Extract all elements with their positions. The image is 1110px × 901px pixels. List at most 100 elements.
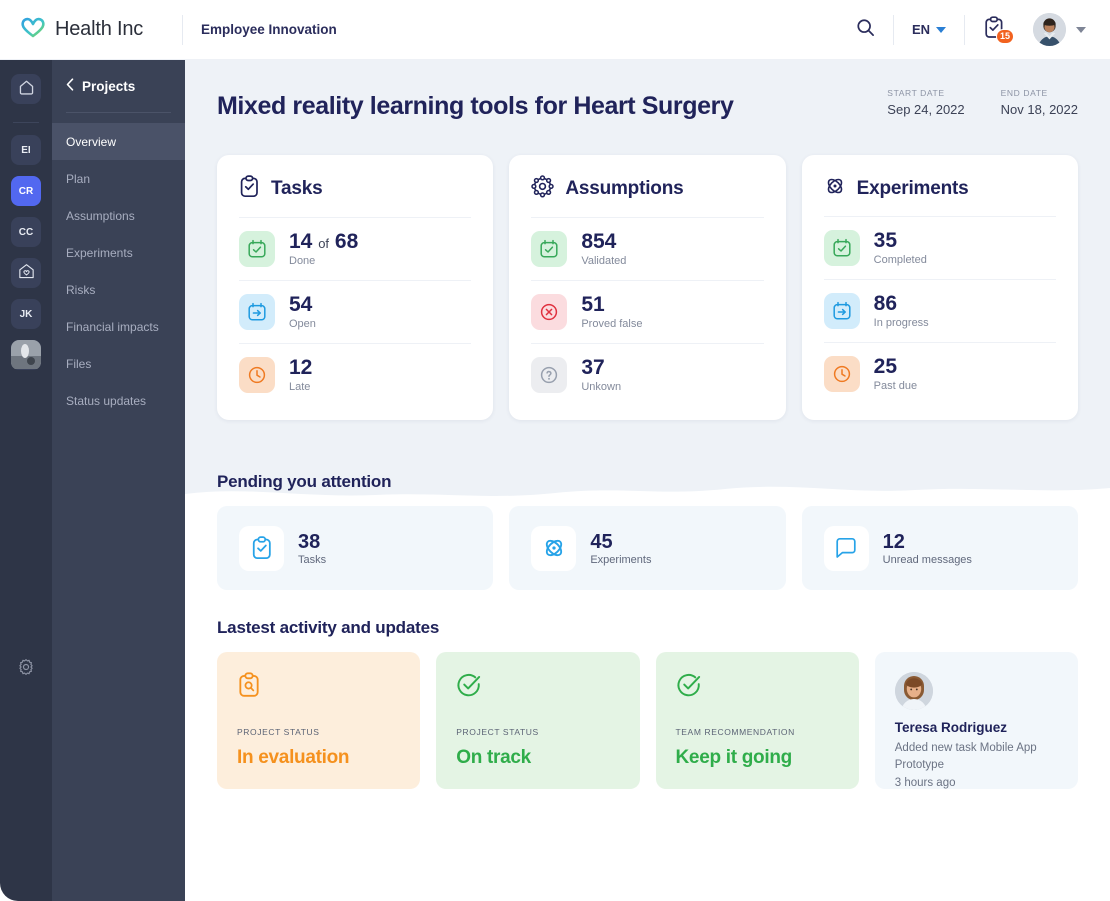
- sidebar-item-plan[interactable]: Plan: [52, 160, 185, 197]
- stat-row-label: In progress: [873, 317, 929, 330]
- sidebar-item-assumptions[interactable]: Assumptions: [52, 197, 185, 234]
- breadcrumb-label: Employee Innovation: [201, 21, 337, 37]
- activity-card-project-status-on-track[interactable]: PROJECT STATUS On track: [436, 652, 640, 790]
- calendar-arrow-icon: [823, 293, 860, 330]
- rail-workspace-jk[interactable]: JK: [11, 299, 41, 329]
- icon-rail: EI CR CC JK: [0, 60, 52, 901]
- stat-cards-row: Tasks 14 of 68 Done 54 Open 12 Late Assu…: [185, 121, 1110, 421]
- avatar: [894, 672, 933, 711]
- stat-card-header: Tasks: [239, 175, 472, 218]
- stat-value-validated: 854: [581, 230, 617, 253]
- app-window: Health Inc Employee Innovation EN 15 EI …: [0, 0, 1110, 901]
- pending-section-title: Pending you attention: [217, 472, 392, 492]
- sidebar-back-to-projects[interactable]: Projects: [52, 60, 185, 112]
- stat-card-experiments[interactable]: Experiments 35 Completed 86 In progress …: [801, 155, 1078, 421]
- activity-card-user-update[interactable]: Teresa Rodriguez Added new task Mobile A…: [874, 652, 1078, 790]
- rail-workspace-label: EI: [21, 144, 31, 156]
- activity-card-project-status-evaluation[interactable]: PROJECT STATUS In evaluation: [217, 652, 421, 790]
- sidebar-item-label: Assumptions: [66, 208, 135, 223]
- breadcrumb[interactable]: Employee Innovation: [183, 21, 838, 39]
- stat-of-text: of: [318, 236, 330, 251]
- sidebar-item-overview[interactable]: Overview: [52, 123, 185, 160]
- rail-divider: [13, 122, 39, 123]
- sidebar-item-files[interactable]: Files: [52, 345, 185, 382]
- rail-workspace-cc[interactable]: CC: [11, 217, 41, 247]
- rail-workspace-label: CR: [18, 185, 34, 197]
- sidebar-item-label: Status updates: [66, 393, 147, 408]
- home-icon: [18, 79, 35, 99]
- pending-card-unread-messages[interactable]: 12 Unread messages: [801, 506, 1078, 591]
- project-dates: START DATE Sep 24, 2022 END DATE Nov 18,…: [887, 88, 1078, 121]
- sidebar-item-label: Experiments: [66, 245, 133, 260]
- cog-nodes-icon: [531, 175, 555, 203]
- stat-row-in-progress: 86 In progress: [823, 280, 1056, 344]
- atom-icon: [824, 175, 846, 202]
- rail-settings-button[interactable]: [17, 658, 35, 681]
- stat-card-title: Experiments: [856, 177, 969, 199]
- activity-person-time: 3 hours ago: [894, 776, 956, 789]
- sidebar-item-label: Risks: [66, 282, 96, 297]
- stat-value-in-progress: 86: [873, 292, 898, 316]
- sidebar-header-label: Projects: [82, 78, 136, 94]
- sidebar-item-financial-impacts[interactable]: Financial impacts: [52, 308, 185, 345]
- activity-card-value: On track: [456, 747, 531, 769]
- calendar-check-icon: [531, 231, 568, 268]
- page-title: Mixed reality learning tools for Heart S…: [217, 92, 734, 120]
- search-icon: [856, 18, 875, 42]
- avatar: [1033, 13, 1066, 46]
- activity-person-description: Added new task Mobile App Prototype: [894, 742, 1037, 772]
- stat-row-unknown: 37 Unkown: [531, 344, 763, 406]
- notifications-button[interactable]: 15: [965, 0, 1023, 60]
- pending-card-experiments[interactable]: 45 Experiments: [509, 506, 786, 591]
- pending-card-value: 45: [590, 530, 613, 553]
- notification-badge: 15: [995, 28, 1014, 44]
- activity-card-team-recommendation[interactable]: TEAM RECOMMENDATION Keep it going: [655, 652, 859, 790]
- stat-row-label: Past due: [873, 380, 918, 393]
- rail-workspace-photo[interactable]: [11, 340, 41, 370]
- circle-x-icon: [531, 294, 568, 331]
- pending-card-value: 38: [298, 530, 321, 553]
- calendar-check-icon: [239, 231, 275, 268]
- project-sidebar: Projects Overview Plan Assumptions Exper…: [52, 60, 185, 901]
- sidebar-item-risks[interactable]: Risks: [52, 271, 185, 308]
- rail-home-button[interactable]: [11, 74, 41, 104]
- sidebar-item-status-updates[interactable]: Status updates: [52, 382, 185, 419]
- stat-value-late: 12: [289, 356, 313, 380]
- activity-person-name: Teresa Rodriguez: [894, 720, 1008, 736]
- calendar-check-icon: [823, 230, 860, 267]
- stat-value-completed: 35: [873, 229, 898, 252]
- stat-card-tasks[interactable]: Tasks 14 of 68 Done 54 Open 12 Late: [217, 155, 494, 421]
- stat-value-past-due: 25: [873, 355, 898, 379]
- stat-row-label: Open: [289, 318, 316, 331]
- pending-card-value: 12: [882, 530, 905, 553]
- rail-workspace-cr[interactable]: CR: [11, 176, 41, 206]
- sidebar-item-label: Financial impacts: [66, 319, 159, 334]
- activity-card-value: In evaluation: [237, 747, 350, 769]
- pending-card-label: Unread messages: [882, 553, 972, 566]
- stat-row-label: Unkown: [581, 381, 622, 394]
- stat-row-validated: 854 Validated: [531, 218, 764, 282]
- pending-card-label: Tasks: [298, 553, 327, 566]
- topbar-actions: EN 15: [838, 0, 1110, 60]
- sidebar-item-experiments[interactable]: Experiments: [52, 234, 185, 271]
- stat-row-proved-false: 51 Proved false: [531, 281, 764, 345]
- stat-value-proved-false: 51: [581, 293, 605, 317]
- clipboard-check-icon: [239, 525, 284, 571]
- start-date-label: START DATE: [887, 88, 945, 98]
- stat-card-title: Tasks: [271, 178, 323, 199]
- stat-card-assumptions[interactable]: Assumptions 854 Validated 51 Proved fals…: [509, 155, 786, 421]
- profile-menu[interactable]: [1023, 0, 1094, 60]
- rail-workspace-health-house[interactable]: [11, 258, 41, 288]
- stat-value-unknown: 37: [581, 356, 605, 380]
- clock-icon: [239, 357, 275, 394]
- brand-name: Health Inc: [55, 18, 144, 40]
- end-date-label: END DATE: [1000, 88, 1048, 98]
- rail-workspace-ei[interactable]: EI: [11, 135, 41, 165]
- stat-row-label: Validated: [581, 255, 627, 268]
- brand-logo[interactable]: Health Inc: [0, 0, 182, 60]
- language-selector[interactable]: EN: [894, 0, 964, 60]
- sidebar-item-label: Plan: [66, 171, 91, 186]
- search-button[interactable]: [838, 0, 893, 60]
- top-bar: Health Inc Employee Innovation EN 15: [0, 0, 1110, 60]
- pending-card-tasks[interactable]: 38 Tasks: [217, 506, 494, 591]
